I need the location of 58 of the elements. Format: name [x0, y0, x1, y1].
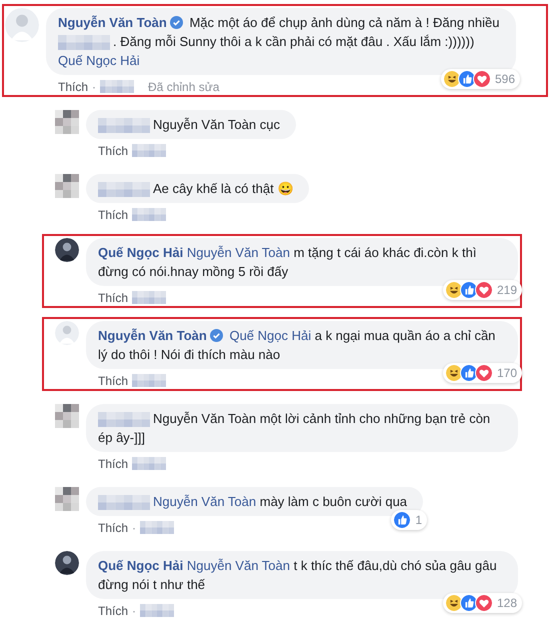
- heart-icon: [474, 364, 493, 382]
- reaction-count: 1: [415, 512, 422, 529]
- like-link[interactable]: Thích: [98, 372, 128, 390]
- laughing-face-icon: [444, 281, 463, 299]
- heart-icon: [474, 594, 493, 612]
- mention-link[interactable]: Nguyễn Văn Toàn: [186, 245, 290, 260]
- thumbs-up-icon: [458, 70, 476, 88]
- avatar[interactable]: [55, 551, 79, 575]
- blurred-block: [98, 182, 150, 198]
- like-link[interactable]: Thích: [98, 454, 128, 472]
- author-link[interactable]: Quế Ngọc Hải: [98, 245, 184, 260]
- laughing-face-icon: [442, 70, 461, 88]
- comment-text: Nguyễn Văn Toàn một lời cảnh tỉnh cho những bạn trẻ còn ép ây-]]]: [98, 410, 492, 447]
- like-link[interactable]: Thích: [98, 518, 128, 536]
- blurred-block: [98, 118, 150, 134]
- author-link[interactable]: Nguyễn Văn Toàn: [58, 15, 167, 30]
- thumbs-up-icon: [460, 364, 478, 382]
- mention-link[interactable]: Quế Ngọc Hải: [58, 53, 140, 68]
- heart-icon: [474, 281, 493, 299]
- thumbs-up-icon: [460, 281, 478, 299]
- mention-link[interactable]: Nguyễn Văn Toàn: [153, 494, 256, 509]
- comment-text: Nguyễn Văn Toàn mày làm c buôn cười qua: [98, 492, 412, 511]
- blurred-block: [98, 412, 150, 428]
- reaction-count: 219: [496, 282, 517, 299]
- comment-text: Nguyễn Văn Toàn Mặc một áo để chụp ảnh dùng cả năm à ! Đăng nhiều . Đăng mỗi Sunny thôi a k cần phải có mặt đâu . Xấu lắm :)))))) Quế Ngọc Hải: [58, 14, 500, 70]
- like-link[interactable]: Thích: [98, 602, 128, 620]
- comment-text: Nguyễn Văn Toàn cục: [98, 115, 284, 134]
- heart-icon: [472, 70, 491, 88]
- comment-text: Ae cây khế là có thật 😀: [98, 179, 298, 198]
- author-link[interactable]: Nguyễn Văn Toàn: [98, 328, 207, 343]
- separator-dot: ·: [132, 602, 136, 620]
- reaction-count: 596: [494, 71, 515, 88]
- laughing-face-icon: [444, 594, 463, 612]
- like-link[interactable]: Thích: [98, 288, 128, 306]
- like-link[interactable]: Thích: [98, 142, 128, 160]
- comment-text: Quế Ngọc Hải Nguyễn Văn Toàn t k thíc thế đâu,dù chó sủa gâu gâu đừng nói t như thế: [98, 557, 498, 594]
- like-link[interactable]: Thích: [58, 78, 88, 96]
- separator-dot: ·: [132, 520, 136, 536]
- mention-link[interactable]: Quế Ngọc Hải: [229, 328, 312, 343]
- pixelated-avatar: [55, 487, 79, 511]
- avatar[interactable]: [55, 238, 79, 262]
- like-link[interactable]: Thích: [98, 206, 128, 224]
- mention-link[interactable]: Nguyễn Văn Toàn: [186, 558, 290, 573]
- pixelated-avatar: [55, 174, 79, 198]
- comment-text: Nguyễn Văn Toàn Quế Ngọc Hải a k ngại mua quần áo a chỉ cần lý do thôi ! Nói đi thích màu nào: [98, 327, 496, 364]
- edited-label: Đã chỉnh sửa: [148, 78, 220, 96]
- pixelated-avatar: [55, 404, 79, 428]
- laughing-face-icon: [444, 364, 463, 382]
- reaction-count: 170: [496, 365, 517, 382]
- thumbs-up-icon: [460, 594, 478, 612]
- separator-dot: ·: [92, 78, 96, 96]
- author-link[interactable]: Quế Ngọc Hải: [98, 558, 184, 573]
- reaction-count: 128: [496, 595, 517, 612]
- blurred-block: [58, 35, 110, 50]
- pixelated-avatar: [55, 110, 79, 134]
- thumbs-up-icon: [393, 511, 412, 529]
- blurred-block: [98, 495, 150, 510]
- comment-text: Quế Ngọc Hải Nguyễn Văn Toàn m tặng t cái áo khác đi.còn k thì đừng có nói.hnay mồng 5 rồi đấy: [98, 244, 478, 281]
